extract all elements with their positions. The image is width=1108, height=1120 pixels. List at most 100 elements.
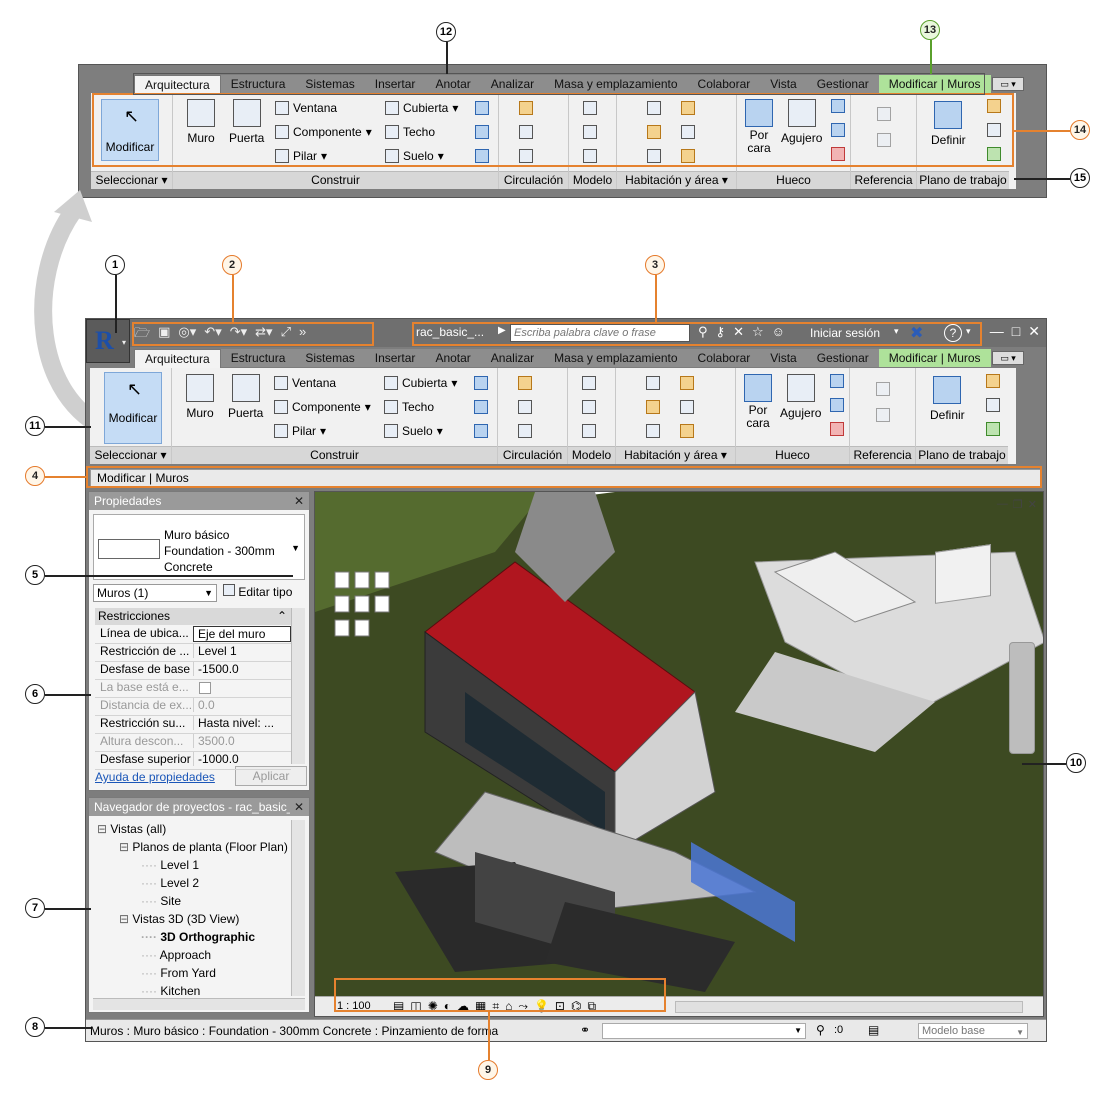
area-icon-main[interactable] [680,400,694,414]
drawing-area[interactable]: — ❐ ✕ 1 : 100 ▤ ◫ ✺ ◐ ☁ ▦ ⌗ ⌂ ⤳ 💡 ⊡ ⌬ ⧉ [314,491,1044,1017]
tab-arquitectura-main[interactable]: Arquitectura [134,348,221,368]
property-row[interactable]: Restricción de ... Level 1 [95,644,291,662]
properties-scrollbar[interactable] [291,608,305,764]
pilar-button-main[interactable]: Pilar ▾ [274,424,326,438]
property-row[interactable]: Distancia de ex... 0.0 [95,698,291,716]
expand-toggle-icon[interactable]: ⊟ [119,912,132,926]
property-value[interactable]: -1500.0 [193,662,291,676]
tree-item[interactable]: ···· Approach [141,948,211,962]
horizontal-scrollbar[interactable] [675,1001,1023,1013]
ramp-icon-main[interactable] [518,400,532,414]
property-value[interactable]: Eje del muro [193,626,291,642]
tag-room-icon-main[interactable] [646,400,660,414]
panel-seleccionar-main[interactable]: Seleccionar ▾ [90,446,171,464]
tree-item[interactable]: ···· From Yard [141,966,216,980]
curtain-system-icon-main[interactable] [474,376,488,390]
property-value[interactable]: -1000.0 [193,752,291,766]
minimize-ribbon-button[interactable]: ▭ ▾ [992,77,1024,91]
section-restricciones[interactable]: Restricciones ⌃ [95,608,291,625]
area-boundary-icon-main[interactable] [646,424,660,438]
type-dropdown-icon[interactable]: ▼ [291,543,300,553]
minimize-icon[interactable]: — [990,323,1004,340]
modificar-button-main[interactable]: ↖ Modificar [104,372,162,444]
cubierta-button-main[interactable]: Cubierta ▾ [384,376,457,390]
browser-scrollbar[interactable] [291,820,305,996]
tab-colaborar-main[interactable]: Colaborar [688,349,761,367]
base-attached-checkbox[interactable] [199,682,211,694]
tree-item[interactable]: ···· 3D Orthographic [141,930,255,944]
app-menu-button[interactable]: R ▾ [86,319,130,363]
model-group-icon-main[interactable] [582,424,596,438]
tree-item[interactable]: ⊟ Planos de planta (Floor Plan) [119,840,288,854]
property-row[interactable]: Desfase superior -1000.0 [95,752,291,770]
stair-icon-main[interactable] [518,376,532,390]
dormer-icon-main[interactable] [830,422,844,436]
tab-gestionar-main[interactable]: Gestionar [807,349,879,367]
room-separator-icon-main[interactable] [680,376,694,390]
viewcube-icon[interactable] [935,544,991,604]
restore-view-icon[interactable]: ❐ [1013,498,1023,511]
level-icon-main[interactable] [876,382,890,396]
componente-button-main[interactable]: Componente ▾ [274,400,371,414]
tree-item[interactable]: ···· Site [141,894,181,908]
tab-sistemas-main[interactable]: Sistemas [295,349,364,367]
vertical-opening-icon-main[interactable] [830,398,844,412]
property-row[interactable]: Restricción su... Hasta nivel: ... [95,716,291,734]
curtain-grid-icon-main[interactable] [474,400,488,414]
grid-icon-main[interactable] [876,408,890,422]
agujero-button-main[interactable]: Agujero [780,374,821,420]
minimize-ribbon-button-main[interactable]: ▭ ▾ [992,351,1024,365]
ventana-button-main[interactable]: Ventana [274,376,336,390]
model-line-icon-main[interactable] [582,400,596,414]
tab-analizar-main[interactable]: Analizar [481,349,544,367]
property-row[interactable]: Altura descon... 3500.0 [95,734,291,752]
definir-button-main[interactable]: Definir [930,376,965,422]
property-value[interactable]: Hasta nivel: ... [193,716,291,730]
instance-filter[interactable]: Muros (1) ▼ [93,584,217,602]
tag-area-icon-main[interactable] [680,424,694,438]
design-option-select[interactable]: Modelo base ▼ [918,1023,1028,1039]
close-icon[interactable]: ✕ [294,798,304,816]
expand-toggle-icon[interactable]: ⊟ [97,822,110,836]
panel-habitacion[interactable]: Habitación y área ▾ [617,171,736,189]
property-row[interactable]: Línea de ubica... Eje del muro [95,626,291,644]
por-cara-button-main[interactable]: Por cara [744,374,772,430]
property-row[interactable]: La base está e... [95,680,291,698]
maximize-icon[interactable]: □ [1012,323,1020,340]
property-value[interactable]: Level 1 [193,644,291,658]
techo-button-main[interactable]: Techo [384,400,434,414]
filter-icon[interactable]: ⚲ [816,1023,825,1037]
tab-modificar-muros-main[interactable]: Modificar | Muros [878,349,991,367]
viewer-icon-main[interactable] [986,422,1000,436]
close-icon[interactable]: ✕ [294,492,304,510]
properties-help-link[interactable]: Ayuda de propiedades [95,770,215,784]
tree-item[interactable]: ···· Level 2 [141,876,199,890]
worksets-icon[interactable]: ⚭ [580,1023,590,1037]
wall-opening-icon-main[interactable] [830,374,844,388]
navigation-bar[interactable] [1009,642,1035,754]
ref-plane-icon-main[interactable] [986,398,1000,412]
show-workplane-icon-main[interactable] [986,374,1000,388]
tree-item[interactable]: ⊟ Vistas (all) [97,822,166,836]
model-text-icon-main[interactable] [582,376,596,390]
railing-icon-main[interactable] [518,424,532,438]
tab-masa-main[interactable]: Masa y emplazamiento [544,349,687,367]
close-view-icon[interactable]: ✕ [1028,498,1037,511]
minimize-view-icon[interactable]: — [997,498,1008,511]
mullion-icon-main[interactable] [474,424,488,438]
muro-button-main[interactable]: Muro [186,374,214,420]
property-row[interactable]: Desfase de base -1500.0 [95,662,291,680]
panel-seleccionar[interactable]: Seleccionar ▾ [91,171,172,189]
workset-select[interactable]: ▼ [602,1023,806,1039]
design-options-icon[interactable]: ▤ [868,1023,879,1037]
tree-item[interactable]: ···· Kitchen [141,984,200,998]
tree-item[interactable]: ⊟ Vistas 3D (3D View) [119,912,239,926]
tab-anotar-main[interactable]: Anotar [425,349,480,367]
type-selector[interactable]: Muro básico Foundation - 300mm Concrete … [93,514,305,580]
suelo-button-main[interactable]: Suelo ▾ [384,424,443,438]
tab-vista-main[interactable]: Vista [760,349,806,367]
room-icon-main[interactable] [646,376,660,390]
expand-toggle-icon[interactable]: ⊟ [119,840,132,854]
tab-estructura-main[interactable]: Estructura [221,349,296,367]
panel-habitacion-main[interactable]: Habitación y área ▾ [616,446,735,464]
